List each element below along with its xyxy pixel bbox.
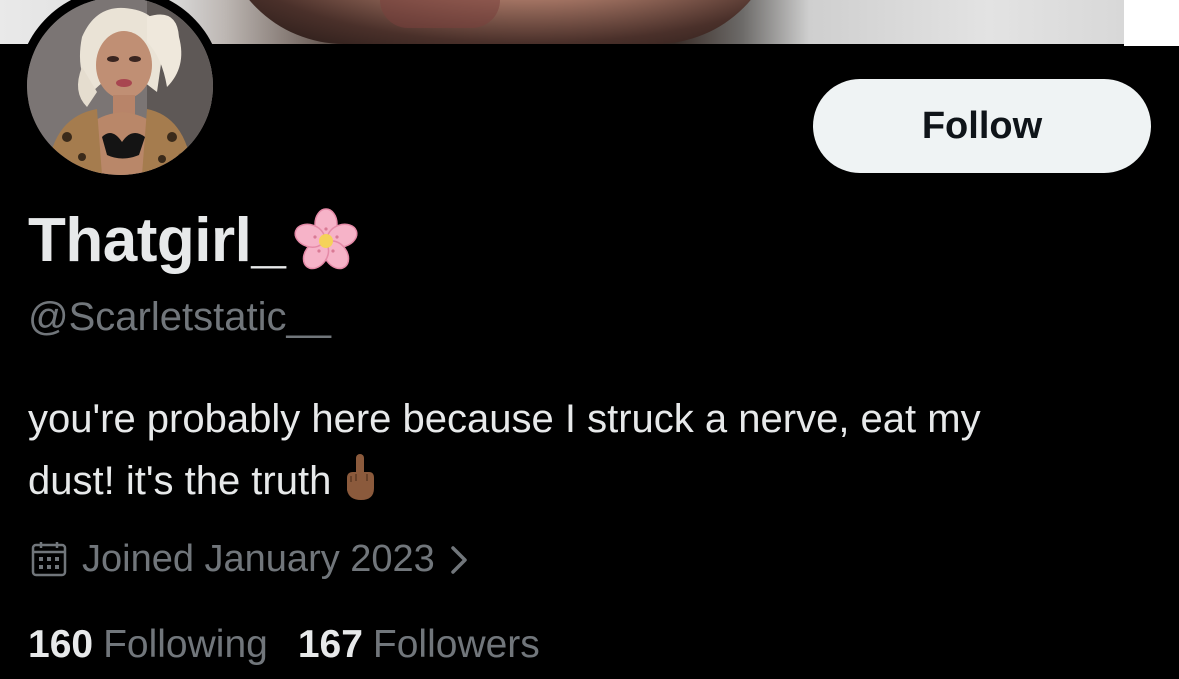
followers-count: 167 bbox=[297, 623, 363, 666]
avatar[interactable] bbox=[27, 0, 213, 175]
banner-edge bbox=[1124, 0, 1179, 46]
joined-date[interactable]: Joined January 2023 bbox=[30, 534, 473, 584]
chevron-right-icon bbox=[447, 541, 473, 577]
display-name: Thatgirl_ bbox=[28, 205, 361, 277]
following-link[interactable]: 160 Following bbox=[28, 620, 268, 670]
calendar-icon bbox=[30, 540, 68, 578]
following-label: Following bbox=[103, 623, 268, 666]
middle-finger-icon bbox=[341, 452, 379, 502]
banner-mouth-shape bbox=[380, 0, 500, 28]
avatar-ring bbox=[18, 0, 222, 184]
follow-stats: 160 Following 167 Followers bbox=[28, 620, 570, 670]
bio-line-text: dust! it's the truth bbox=[28, 459, 332, 503]
user-handle: @Scarletstatic__ bbox=[28, 295, 331, 339]
following-count: 160 bbox=[28, 623, 94, 666]
cherry-blossom-icon bbox=[291, 206, 361, 276]
joined-text: Joined January 2023 bbox=[82, 538, 435, 580]
followers-label: Followers bbox=[372, 623, 540, 666]
display-name-text: Thatgirl_ bbox=[28, 206, 286, 275]
bio-line: you're probably here because I struck a … bbox=[28, 397, 981, 441]
followers-link[interactable]: 167 Followers bbox=[298, 620, 540, 670]
bio-line-2: dust! it's the truth bbox=[28, 450, 1148, 512]
profile-bio: you're probably here because I struck a … bbox=[28, 388, 1148, 512]
banner-face-shape bbox=[220, 0, 780, 44]
follow-button[interactable]: Follow bbox=[813, 79, 1151, 173]
avatar-image bbox=[27, 0, 213, 175]
